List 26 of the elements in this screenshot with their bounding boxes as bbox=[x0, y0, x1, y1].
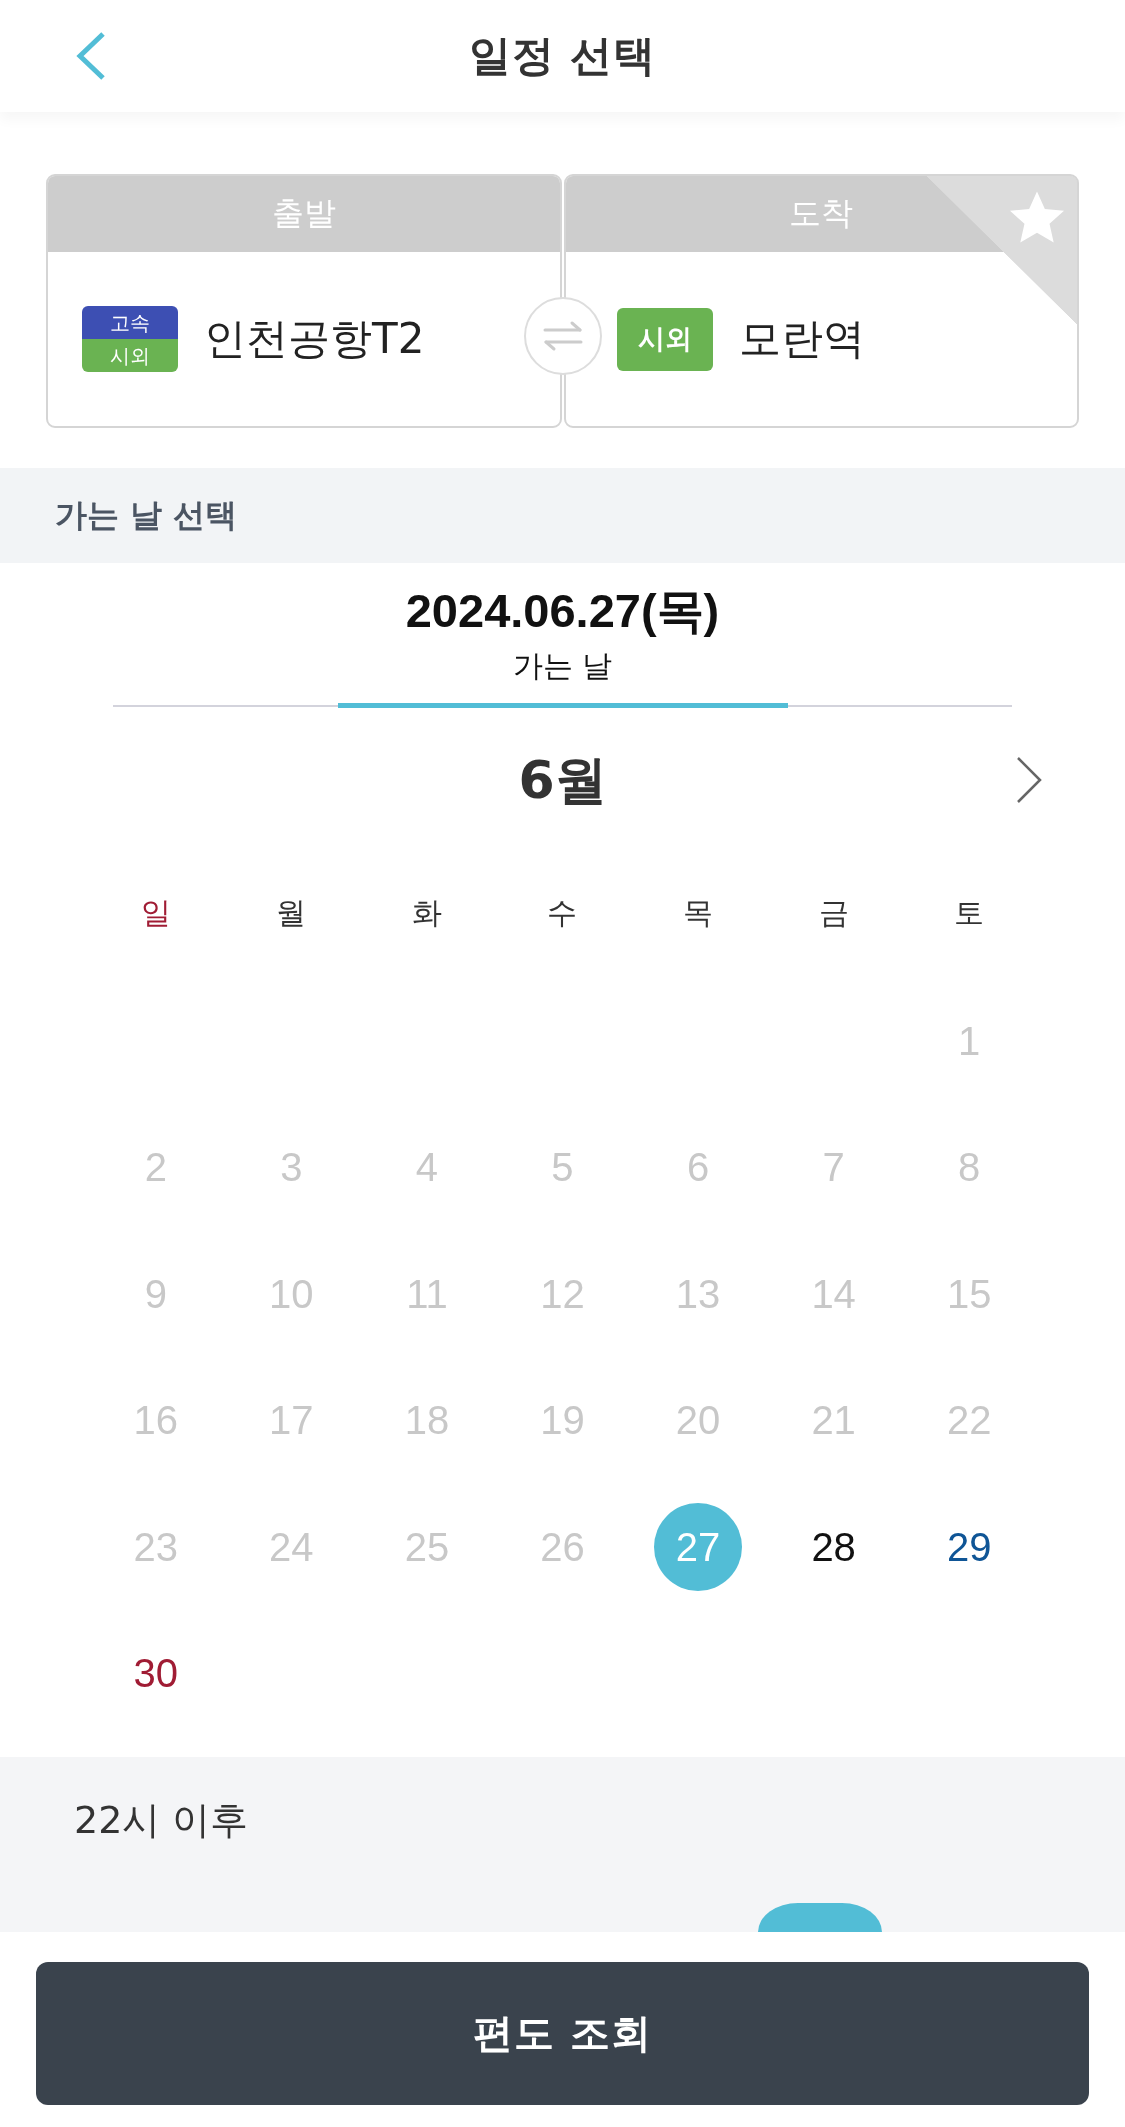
calendar-day[interactable]: 30 bbox=[111, 1629, 200, 1718]
departure-date-tab[interactable]: 2024.06.27(목) 가는 날 bbox=[337, 563, 788, 708]
calendar-day[interactable]: 27 bbox=[654, 1503, 743, 1592]
chevron-right-icon bbox=[1015, 756, 1043, 804]
weekday-label: 월 bbox=[276, 894, 307, 932]
weekday-label: 토 bbox=[954, 894, 985, 932]
bus-type-badge: 고속 bbox=[82, 306, 178, 339]
calendar-day[interactable]: 28 bbox=[789, 1503, 878, 1592]
arrival-station: 모란역 bbox=[738, 313, 865, 365]
calendar-day[interactable]: 29 bbox=[925, 1503, 1014, 1592]
back-icon bbox=[76, 31, 106, 81]
weekday-label: 금 bbox=[818, 894, 849, 932]
weekday-label: 수 bbox=[547, 894, 578, 932]
departure-station: 인천공항T2 bbox=[204, 313, 425, 365]
weekday-label: 화 bbox=[411, 894, 442, 932]
swap-icon bbox=[522, 296, 603, 376]
swap-button[interactable] bbox=[522, 296, 603, 376]
bus-type-badge: 시외 bbox=[82, 339, 178, 372]
weekday-label: 일 bbox=[140, 894, 171, 932]
month-title: 6월 bbox=[518, 749, 607, 812]
search-button[interactable]: 편도 조회 bbox=[36, 1962, 1089, 2105]
screen-title: 일정 선택 bbox=[468, 30, 657, 82]
weekday-label: 목 bbox=[683, 894, 714, 932]
time-group-title: 22시 이후 bbox=[74, 1797, 249, 1844]
section-title: 가는 날 선택 bbox=[55, 494, 238, 536]
bus-type-badge: 시외 bbox=[616, 307, 713, 371]
